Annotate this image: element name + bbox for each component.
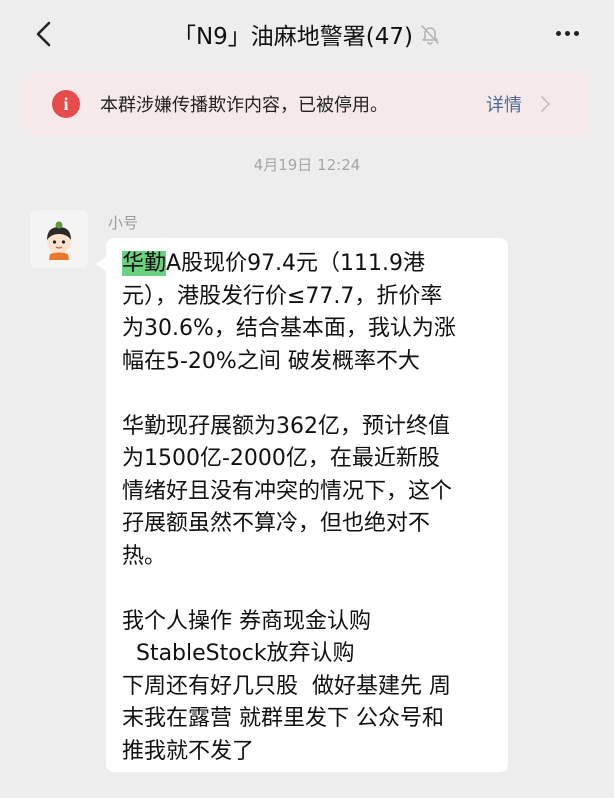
more-dots-icon (556, 31, 561, 36)
message-line: 我个人操作 券商现金认购 (122, 608, 371, 634)
group-title: 「N9」油麻地警署(47) (172, 24, 414, 50)
message-bubble[interactable]: 华勤A股现价97.4元（111.9港 元），港股发行价≤77.7，折价率 为30… (106, 238, 508, 772)
cartoon-avatar-icon (30, 210, 88, 268)
notice-detail-link[interactable]: 详情 (486, 91, 522, 117)
disabled-notice-banner[interactable]: i 本群涉嫌传播欺诈内容，已被停用。 详情 (26, 72, 588, 136)
message-line: 下周还有好几只股 做好基建先 周 (122, 673, 451, 699)
message-line (122, 378, 496, 411)
message-line: 为30.6%，结合基本面，我认为涨 (122, 316, 456, 341)
message-line: 热。 (122, 543, 167, 569)
message-line: 元），港股发行价≤77.7，折价率 (122, 283, 443, 309)
message-line: StableStock放弃认购 (122, 641, 355, 666)
bell-off-icon (419, 23, 441, 45)
title-area: 「N9」油麻地警署(47) (120, 14, 494, 54)
notice-text: 本群涉嫌传播欺诈内容，已被停用。 (100, 95, 388, 116)
message-line: 情绪好且没有冲突的情况下，这个 (122, 478, 453, 504)
chevron-left-icon (36, 21, 51, 47)
message-line: 为1500亿-2000亿，在最近新股 (122, 446, 440, 471)
message-timestamp: 4月19日 12:24 (253, 156, 361, 174)
message-line: 末我在露营 就群里发下 公众号和 (122, 706, 444, 731)
message-line: 华勤A股现价97.4元（111.9港 (122, 248, 496, 281)
message-line (122, 573, 496, 606)
top-bar: 「N9」油麻地警署(47) (0, 0, 614, 68)
message-line: 孖展额虽然不算冷，但也绝对不 (122, 511, 431, 536)
exclamation-icon: i (52, 90, 80, 118)
message-text: A股现价97.4元（111.9港 (166, 251, 426, 276)
message-line: 推我就不发了 (122, 738, 255, 764)
chevron-right-icon (541, 96, 550, 112)
sender-name: 小号 (108, 214, 139, 232)
message-line: 幅在5-20%之间 破发概率不大 (122, 348, 420, 374)
more-button[interactable] (554, 26, 586, 42)
back-button[interactable] (30, 18, 60, 50)
message-line: 华勤现孖展额为362亿，预计终值 (122, 413, 450, 439)
highlighted-word[interactable]: 华勤 (122, 251, 167, 276)
avatar[interactable] (30, 210, 88, 268)
